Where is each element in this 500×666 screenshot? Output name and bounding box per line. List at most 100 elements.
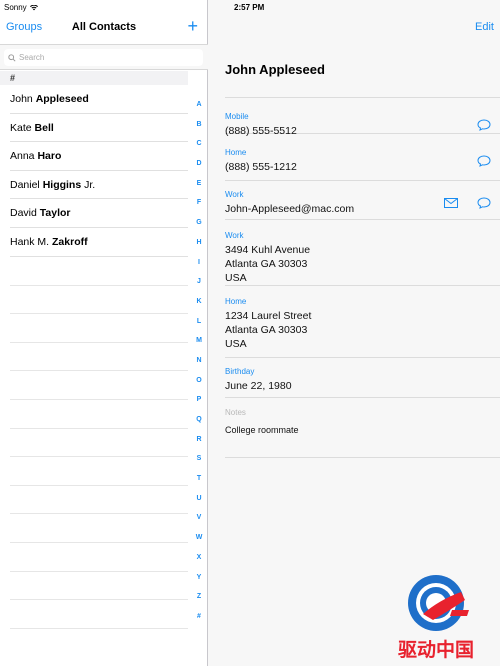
section-index-letter[interactable]: G bbox=[192, 218, 206, 238]
section-index-letter[interactable]: D bbox=[192, 159, 206, 179]
watermark-logo: 驱动中国 bbox=[398, 575, 474, 661]
section-index-letter[interactable]: T bbox=[192, 474, 206, 494]
empty-list-row bbox=[10, 314, 188, 343]
home-phone-value: (888) 555-1212 bbox=[225, 161, 297, 173]
section-index-letter[interactable]: M bbox=[192, 336, 206, 356]
section-index-letter[interactable]: N bbox=[192, 356, 206, 376]
status-bar-left: Sonny bbox=[4, 3, 38, 12]
contact-first-name: Anna bbox=[10, 150, 38, 163]
contact-row-daniel-higgins[interactable]: Daniel Higgins Jr. bbox=[10, 171, 188, 200]
section-index-letter[interactable]: B bbox=[192, 120, 206, 140]
section-index[interactable]: A B C D E F G H I J K L M N O P Q R S T U V W X Y Z # bbox=[192, 100, 206, 632]
empty-list-row bbox=[10, 600, 188, 629]
home-address-field[interactable]: Home 1234 Laurel Street Atlanta GA 30303… bbox=[225, 286, 500, 358]
home-address-label: Home bbox=[225, 297, 247, 306]
section-header: # bbox=[0, 71, 188, 85]
work-address-field[interactable]: Work 3494 Kuhl Avenue Atlanta GA 30303 U… bbox=[225, 220, 500, 286]
section-index-letter[interactable]: # bbox=[192, 612, 206, 632]
message-icon[interactable] bbox=[477, 155, 491, 167]
section-index-letter[interactable]: I bbox=[192, 258, 206, 278]
contact-detail-pane: 2:57 PM Edit John Appleseed Mobile (888)… bbox=[208, 0, 500, 666]
contact-row-kate-bell[interactable]: Kate Bell bbox=[10, 114, 188, 143]
empty-list-row bbox=[10, 486, 188, 515]
work-address-line3: USA bbox=[225, 272, 247, 284]
edit-button[interactable]: Edit bbox=[475, 21, 494, 33]
contact-first-name: Daniel bbox=[10, 178, 43, 191]
section-index-letter[interactable]: P bbox=[192, 395, 206, 415]
contact-row-david-taylor[interactable]: David Taylor bbox=[10, 199, 188, 228]
notes-field[interactable]: Notes College roommate bbox=[225, 398, 500, 458]
contact-first-name: Kate bbox=[10, 121, 35, 134]
contact-row-hank-zakroff[interactable]: Hank M. Zakroff bbox=[10, 228, 188, 257]
birthday-value: June 22, 1980 bbox=[225, 380, 292, 392]
section-index-letter[interactable]: Z bbox=[192, 592, 206, 612]
section-index-letter[interactable]: W bbox=[192, 533, 206, 553]
empty-list-row bbox=[10, 572, 188, 601]
empty-list-rows bbox=[10, 257, 188, 629]
birthday-label: Birthday bbox=[225, 367, 255, 376]
add-contact-button[interactable]: + bbox=[187, 16, 198, 37]
empty-list-row bbox=[10, 343, 188, 372]
empty-list-row bbox=[10, 514, 188, 543]
contact-last-name: Appleseed bbox=[35, 93, 89, 105]
section-index-letter[interactable]: C bbox=[192, 139, 206, 159]
search-field[interactable] bbox=[4, 49, 203, 66]
section-index-letter[interactable]: Y bbox=[192, 573, 206, 593]
section-index-letter[interactable]: Q bbox=[192, 415, 206, 435]
contact-suffix: Jr. bbox=[81, 178, 96, 191]
contact-row-john-appleseed[interactable]: John Appleseed bbox=[10, 85, 188, 114]
home-address-line3: USA bbox=[225, 338, 247, 350]
section-index-letter[interactable]: U bbox=[192, 494, 206, 514]
wifi-icon bbox=[29, 4, 38, 10]
page-title: All Contacts bbox=[71, 21, 137, 33]
message-icon[interactable] bbox=[477, 197, 491, 209]
contact-last-name: Taylor bbox=[39, 207, 71, 220]
section-index-letter[interactable]: E bbox=[192, 179, 206, 199]
mail-icon[interactable] bbox=[444, 198, 458, 208]
work-address-line2: Atlanta GA 30303 bbox=[225, 258, 308, 270]
work-address-line1: 3494 Kuhl Avenue bbox=[225, 244, 311, 256]
home-phone-label: Home bbox=[225, 148, 247, 157]
status-time: 2:57 PM bbox=[234, 3, 265, 12]
contact-details: Mobile (888) 555-5512 Home (888) 555-121… bbox=[225, 97, 500, 458]
contact-last-name: Higgins bbox=[42, 178, 82, 191]
empty-list-row bbox=[10, 286, 188, 315]
carrier-label: Sonny bbox=[4, 3, 27, 12]
contact-row-anna-haro[interactable]: Anna Haro bbox=[10, 142, 188, 171]
section-index-letter[interactable]: L bbox=[192, 317, 206, 337]
section-index-letter[interactable]: A bbox=[192, 100, 206, 120]
contact-last-name: Zakroff bbox=[52, 235, 88, 248]
mobile-label: Mobile bbox=[225, 112, 249, 121]
work-email-field[interactable]: Work John-Appleseed@mac.com bbox=[225, 181, 500, 220]
section-index-letter[interactable]: F bbox=[192, 198, 206, 218]
contacts-list-pane: Sonny Groups All Contacts + # John Apple… bbox=[0, 0, 208, 666]
watermark-text: 驱动中国 bbox=[398, 638, 474, 661]
notes-label: Notes bbox=[225, 408, 246, 417]
section-index-letter[interactable]: R bbox=[192, 435, 206, 455]
contact-name-heading: John Appleseed bbox=[225, 62, 325, 77]
contact-last-name: Bell bbox=[34, 121, 54, 134]
empty-list-row bbox=[10, 457, 188, 486]
notes-value: College roommate bbox=[225, 425, 299, 435]
section-index-letter[interactable]: J bbox=[192, 277, 206, 297]
section-index-letter[interactable]: O bbox=[192, 376, 206, 396]
empty-list-row bbox=[10, 257, 188, 286]
work-address-label: Work bbox=[225, 231, 244, 240]
contacts-navbar: Groups All Contacts + bbox=[0, 14, 208, 42]
work-email-label: Work bbox=[225, 190, 244, 199]
section-index-letter[interactable]: K bbox=[192, 297, 206, 317]
mobile-field[interactable]: Mobile (888) 555-5512 bbox=[225, 98, 500, 137]
section-index-letter[interactable]: H bbox=[192, 238, 206, 258]
search-input[interactable] bbox=[19, 53, 199, 62]
work-email-value: John-Appleseed@mac.com bbox=[225, 203, 355, 215]
empty-list-row bbox=[10, 543, 188, 572]
section-index-letter[interactable]: S bbox=[192, 454, 206, 474]
search-icon bbox=[8, 53, 16, 62]
contact-first-name: Hank M. bbox=[10, 235, 53, 248]
section-index-letter[interactable]: V bbox=[192, 513, 206, 533]
empty-list-row bbox=[10, 429, 188, 458]
birthday-field[interactable]: Birthday June 22, 1980 bbox=[225, 358, 500, 398]
message-icon[interactable] bbox=[477, 119, 491, 131]
home-phone-field[interactable]: Home (888) 555-1212 bbox=[225, 134, 500, 181]
section-index-letter[interactable]: X bbox=[192, 553, 206, 573]
